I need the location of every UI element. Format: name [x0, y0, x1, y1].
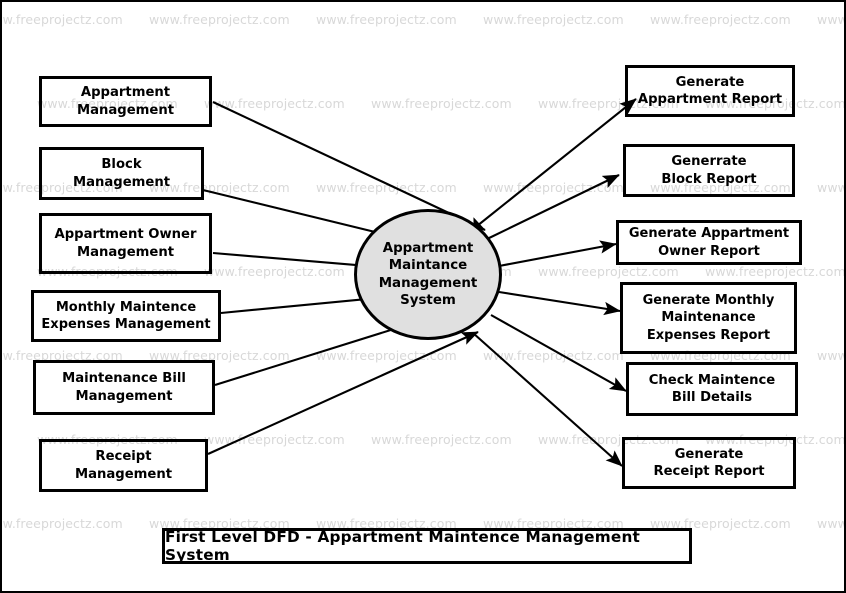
entity-label-line1: Maintenance Bill: [62, 371, 186, 387]
process-label-line2: Maintance: [388, 258, 468, 274]
diagram-title-bar: First Level DFD - Appartment Maintence M…: [162, 528, 692, 564]
entity-label-line2: Maintenance: [661, 310, 756, 326]
entity-receipt-management[interactable]: Receipt Management: [39, 439, 208, 492]
entity-check-maintence-bill-details[interactable]: Check Maintence Bill Details: [626, 362, 798, 416]
process-label-line3: Management: [378, 275, 478, 291]
process-label-line4: System: [400, 292, 456, 308]
entity-appartment-management[interactable]: Appartment Management: [39, 76, 212, 127]
entity-label-line2: Receipt Report: [653, 464, 765, 479]
entity-label-line1: Monthly Maintence: [55, 299, 197, 315]
entity-label-line1: Receipt: [95, 449, 152, 465]
entity-label-line3: Expenses Report: [646, 327, 771, 343]
entity-label-line2: Expenses Management: [41, 317, 211, 332]
entity-label-line2: Management: [75, 388, 173, 404]
entity-generate-monthly-maintenance-expenses-report[interactable]: Generate Monthly Maintenance Expenses Re…: [620, 282, 797, 354]
entity-label-line1: Generate: [675, 74, 745, 90]
entity-monthly-maintence-expenses-management[interactable]: Monthly Maintence Expenses Management: [31, 290, 221, 342]
entity-label-line1: Generate: [674, 446, 744, 462]
dfd-page: www.freeprojectz.comwww.freeprojectz.com…: [0, 0, 846, 593]
entity-block-management[interactable]: Block Management: [39, 147, 204, 200]
entity-label-line1: Generate Appartment: [628, 226, 790, 242]
diagram-title: First Level DFD - Appartment Maintence M…: [165, 528, 641, 564]
process-label-line1: Appartment: [382, 241, 474, 257]
entity-generate-appartment-report[interactable]: Generate Appartment Report: [625, 65, 795, 117]
entity-generate-receipt-report[interactable]: Generate Receipt Report: [622, 437, 796, 489]
entity-label-line1: Appartment: [80, 85, 171, 101]
entity-label-line2: Management: [72, 174, 171, 190]
entity-generrate-block-report[interactable]: Generrate Block Report: [623, 144, 795, 197]
entity-label-line2: Management: [74, 466, 173, 482]
entity-generate-appartment-owner-report[interactable]: Generate Appartment Owner Report: [616, 220, 802, 265]
entity-label-line2: Bill Details: [671, 390, 753, 405]
entity-appartment-owner-management[interactable]: Appartment Owner Management: [39, 213, 212, 274]
entity-label-line1: Check Maintence: [648, 372, 776, 388]
entity-label-line2: Block Report: [661, 171, 757, 187]
entity-label-line1: Generate Monthly: [642, 293, 775, 309]
entity-label-line1: Generrate: [671, 154, 747, 170]
entity-label-line2: Management: [76, 244, 175, 260]
entity-label-line2: Owner Report: [658, 243, 760, 259]
node-layer: Appartment Management Block Management A…: [2, 2, 844, 591]
entity-label-line2: Management: [76, 102, 175, 118]
entity-label-line2: Appartment Report: [637, 92, 783, 107]
entity-label-line1: Block: [101, 157, 142, 173]
process-appartment-maintance-management-system[interactable]: Appartment Maintance Management System: [354, 209, 502, 340]
entity-label-line1: Appartment Owner: [54, 227, 197, 243]
entity-maintenance-bill-management[interactable]: Maintenance Bill Management: [33, 360, 215, 415]
